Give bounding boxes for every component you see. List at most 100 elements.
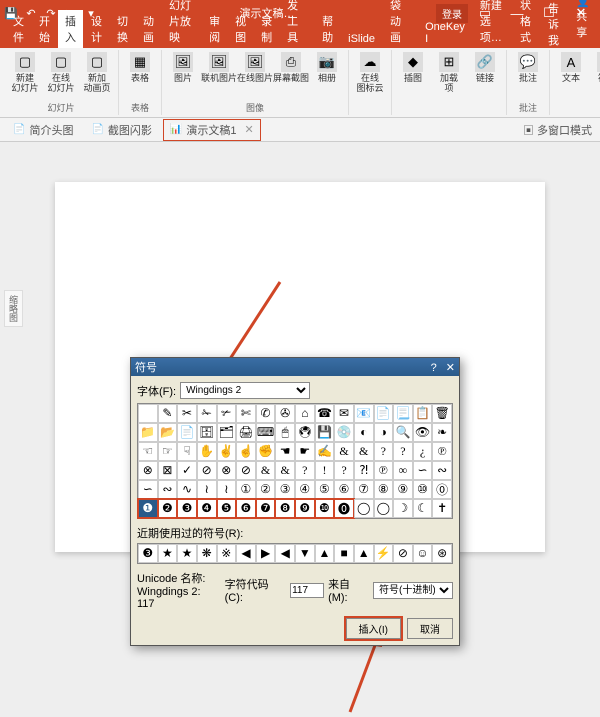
- symbol-cell[interactable]: ☞: [158, 442, 178, 461]
- symbol-cell[interactable]: ✝: [432, 499, 452, 518]
- symbol-cell[interactable]: ⑧: [374, 480, 394, 499]
- text-button[interactable]: A文本: [554, 50, 588, 85]
- symbol-cell[interactable]: ◯: [354, 499, 374, 518]
- symbol-cell[interactable]: 🖨: [236, 423, 256, 442]
- symbol-cell[interactable]: ✓: [177, 461, 197, 480]
- online-pic-button[interactable]: 🖼联机图片: [202, 50, 236, 85]
- tell-me[interactable]: 💡 告诉我: [548, 0, 568, 48]
- symbol-cell[interactable]: ②: [256, 480, 276, 499]
- symbol-cell[interactable]: &: [334, 442, 354, 461]
- symbol-cell[interactable]: ∽: [138, 480, 158, 499]
- symbol-cell[interactable]: ◐: [354, 423, 374, 442]
- symbol-button[interactable]: Ω符号: [590, 50, 600, 85]
- symbol-cell[interactable]: ❺: [217, 499, 237, 518]
- symbol-cell[interactable]: 📁: [138, 423, 158, 442]
- symbol-cell[interactable]: ✁: [197, 404, 217, 423]
- online-slide-button[interactable]: ▢在线 幻灯片: [44, 50, 78, 95]
- cancel-button[interactable]: 取消: [407, 618, 453, 639]
- symbol-cell[interactable]: ❸: [177, 499, 197, 518]
- symbol-cell[interactable]: ⓪: [432, 480, 452, 499]
- symbol-cell[interactable]: ∾: [432, 461, 452, 480]
- symbol-cell[interactable]: ☚: [275, 442, 295, 461]
- tab-help[interactable]: 帮助: [315, 10, 340, 48]
- symbol-cell[interactable]: ⊘: [197, 461, 217, 480]
- symbol-cell[interactable]: ✂: [177, 404, 197, 423]
- symbol-cell[interactable]: ℗: [432, 442, 452, 461]
- symbol-cell[interactable]: 🖲: [295, 423, 315, 442]
- symbol-cell[interactable]: ❧: [432, 423, 452, 442]
- symbol-cell[interactable]: 📄: [177, 423, 197, 442]
- symbol-cell[interactable]: 🗑: [432, 404, 452, 423]
- tab-islide[interactable]: iSlide: [341, 30, 382, 48]
- symbol-cell[interactable]: ❶: [138, 499, 158, 518]
- symbol-cell[interactable]: ✃: [217, 404, 237, 423]
- insert-button[interactable]: 插入(I): [346, 618, 401, 639]
- from-select[interactable]: 符号(十进制): [373, 582, 453, 599]
- symbol-cell[interactable]: ⊠: [158, 461, 178, 480]
- font-select[interactable]: Wingdings 2: [180, 382, 310, 399]
- symbol-cell[interactable]: ≀: [217, 480, 237, 499]
- recent-symbol-cell[interactable]: ※: [217, 544, 237, 563]
- tab-shapeformat[interactable]: 形状格式: [513, 0, 547, 48]
- symbol-cell[interactable]: ③: [275, 480, 295, 499]
- tab-onekey[interactable]: OneKey I: [418, 18, 472, 48]
- tab-record[interactable]: 录制: [254, 10, 279, 48]
- symbol-cell[interactable]: ☛: [295, 442, 315, 461]
- symbol-cell[interactable]: ⑩: [413, 480, 433, 499]
- symbol-cell[interactable]: ❼: [256, 499, 276, 518]
- tab-slideshow[interactable]: 幻灯片放映: [162, 0, 201, 48]
- symbol-cell[interactable]: ✄: [236, 404, 256, 423]
- symbol-cell[interactable]: 🔍: [393, 423, 413, 442]
- symbol-cell[interactable]: ✉: [334, 404, 354, 423]
- recent-symbol-cell[interactable]: ❋: [197, 544, 217, 563]
- symbol-cell[interactable]: ✊: [256, 442, 276, 461]
- symbol-cell[interactable]: ⑨: [393, 480, 413, 499]
- symbol-cell[interactable]: ❾: [295, 499, 315, 518]
- tab-animation[interactable]: 动画: [136, 10, 161, 48]
- symbol-cell[interactable]: ∾: [158, 480, 178, 499]
- doctab-1[interactable]: 📄 简介头图: [6, 119, 80, 141]
- symbol-cell[interactable]: ☾: [413, 499, 433, 518]
- symbol-cell[interactable]: ✆: [256, 404, 276, 423]
- recent-symbol-cell[interactable]: ⊛: [432, 544, 452, 563]
- recent-symbol-cell[interactable]: ☺: [413, 544, 433, 563]
- tab-dev[interactable]: 开发工具: [280, 0, 314, 48]
- addins-button[interactable]: ⊞加载 项: [432, 50, 466, 95]
- tab-home[interactable]: 开始: [32, 10, 57, 48]
- symbol-cell[interactable]: &: [275, 461, 295, 480]
- symbol-cell[interactable]: ∞: [393, 461, 413, 480]
- symbol-cell[interactable]: ❷: [158, 499, 178, 518]
- tab-pocket[interactable]: 口袋动画: [383, 0, 417, 48]
- charcode-input[interactable]: [290, 583, 324, 598]
- dialog-help-icon[interactable]: ?: [431, 362, 437, 374]
- comment-button[interactable]: 💬批注: [511, 50, 545, 85]
- illust-button[interactable]: ◆插图: [396, 50, 430, 95]
- link-button[interactable]: 🔗链接: [468, 50, 502, 95]
- new-slide-button[interactable]: ▢新建 幻灯片: [8, 50, 42, 95]
- symbol-cell[interactable]: 📋: [413, 404, 433, 423]
- symbol-cell[interactable]: 📂: [158, 423, 178, 442]
- symbol-cell[interactable]: [138, 404, 158, 423]
- icon-cloud-button[interactable]: ☁在线 图标云: [353, 50, 387, 95]
- symbol-cell[interactable]: ≀: [197, 480, 217, 499]
- symbol-cell[interactable]: 📄: [374, 404, 394, 423]
- tab-view[interactable]: 视图: [228, 10, 253, 48]
- recent-symbol-cell[interactable]: ▲: [354, 544, 374, 563]
- symbol-cell[interactable]: ✍: [315, 442, 335, 461]
- symbol-cell[interactable]: ❹: [197, 499, 217, 518]
- symbol-cell[interactable]: ⊗: [217, 461, 237, 480]
- symbol-cell[interactable]: ⌨: [256, 423, 276, 442]
- recent-symbol-cell[interactable]: ▼: [295, 544, 315, 563]
- symbol-cell[interactable]: ⑥: [334, 480, 354, 499]
- symbol-cell[interactable]: 📃: [393, 404, 413, 423]
- close-tab-icon[interactable]: ✕: [244, 123, 253, 136]
- symbol-cell[interactable]: ?: [334, 461, 354, 480]
- symbol-cell[interactable]: ?: [393, 442, 413, 461]
- tab-file[interactable]: 文件: [6, 10, 31, 48]
- symbol-cell[interactable]: ∿: [177, 480, 197, 499]
- symbol-cell[interactable]: ✎: [158, 404, 178, 423]
- recent-symbol-cell[interactable]: ★: [158, 544, 178, 563]
- symbol-cell[interactable]: ∽: [413, 461, 433, 480]
- symbol-cell[interactable]: ¿: [413, 442, 433, 461]
- symbol-cell[interactable]: 💿: [334, 423, 354, 442]
